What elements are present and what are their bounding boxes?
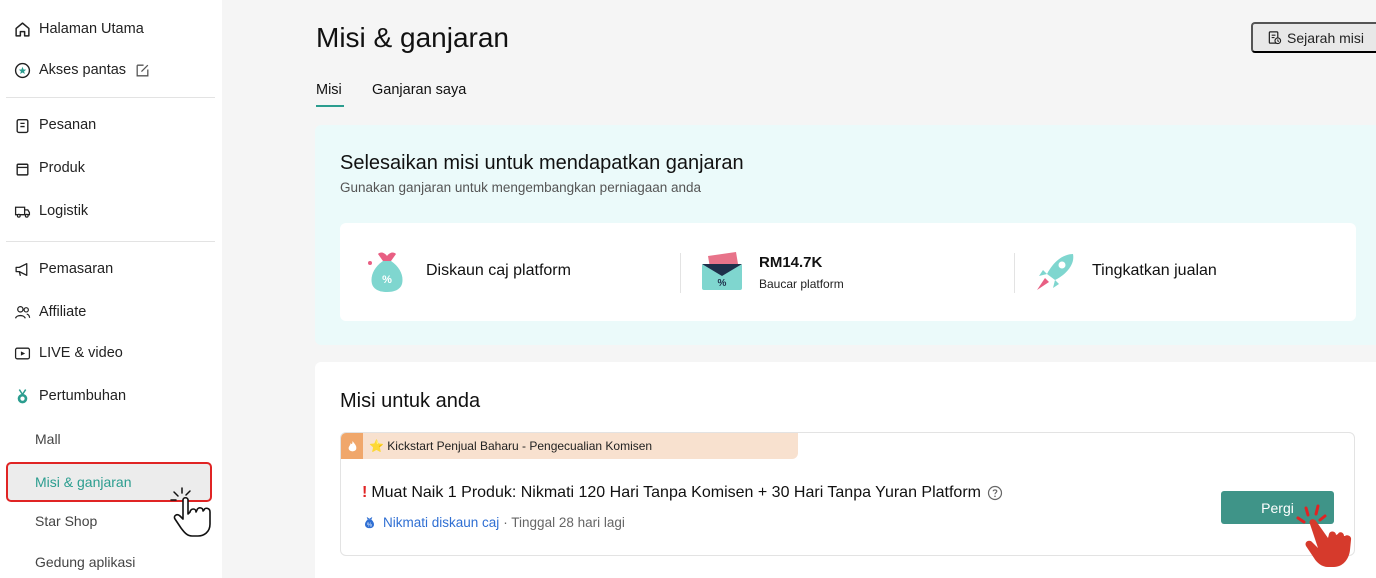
- discount-bag-icon: %: [368, 252, 403, 292]
- sidebar-item-affiliate[interactable]: Affiliate: [14, 301, 86, 323]
- svg-text:%: %: [367, 523, 372, 529]
- sidebar-item-growth[interactable]: Pertumbuhan: [14, 385, 126, 407]
- video-icon: [14, 345, 31, 362]
- star-circle-icon: [14, 62, 31, 79]
- sidebar-divider: [6, 241, 215, 242]
- edit-icon[interactable]: [134, 62, 151, 79]
- click-hand-icon: [1296, 504, 1352, 567]
- reward-platform-discount: Diskaun caj platform: [426, 262, 571, 279]
- tab-active-indicator: [316, 105, 344, 107]
- people-icon: [14, 304, 31, 321]
- truck-icon: [14, 203, 31, 220]
- banner-subtitle: Gunakan ganjaran untuk mengembangkan per…: [340, 180, 702, 195]
- hand-pointer-icon: [170, 487, 211, 537]
- svg-text:%: %: [382, 274, 392, 286]
- page-title: Misi & ganjaran: [316, 22, 509, 53]
- sidebar-item-orders[interactable]: Pesanan: [14, 114, 96, 136]
- sidebar-item-label: Affiliate: [39, 304, 87, 320]
- discount-bag-small-icon: %: [365, 516, 374, 529]
- help-icon[interactable]: [987, 485, 1003, 501]
- voucher-ticket-icon: %: [702, 252, 742, 290]
- sidebar-item-label: Halaman Utama: [39, 21, 144, 37]
- tab-missions[interactable]: Misi: [316, 82, 342, 98]
- sidebar-item-label: Misi & ganjaran: [35, 474, 132, 490]
- sidebar-divider: [6, 97, 215, 98]
- clipboard-icon: [14, 117, 31, 134]
- mission-tag: ⭐ Kickstart Penjual Baharu - Pengecualia…: [341, 433, 798, 459]
- sidebar-item-label: Logistik: [39, 203, 89, 219]
- sidebar-subitem-app-store[interactable]: Gedung aplikasi: [35, 554, 135, 570]
- mission-history-label: Sejarah misi: [1287, 29, 1365, 46]
- megaphone-icon: [14, 261, 31, 278]
- sidebar-item-label: LIVE & video: [39, 345, 123, 361]
- sidebar-item-marketing[interactable]: Pemasaran: [14, 258, 113, 280]
- flame-icon: [341, 433, 363, 459]
- mission-title: ! Muat Naik 1 Produk: Nikmati 120 Hari T…: [362, 484, 1003, 502]
- reward-voucher-label: Baucar platform: [759, 277, 844, 291]
- banner-title: Selesaikan misi untuk mendapatkan ganjar…: [340, 152, 744, 174]
- sidebar-item-label: Pertumbuhan: [39, 388, 127, 404]
- sidebar-item-home[interactable]: Halaman Utama: [14, 18, 144, 40]
- exclamation-icon: !: [362, 484, 368, 501]
- svg-text:%: %: [718, 278, 727, 289]
- sidebar-item-label: Pesanan: [39, 117, 97, 133]
- reward-divider: [1014, 253, 1015, 293]
- mission-meta: % Nikmati diskaun caj · Tinggal 28 hari …: [362, 515, 625, 530]
- reward-divider: [680, 253, 681, 293]
- bag-icon: [14, 160, 31, 177]
- mission-remaining-time: · Tinggal 28 hari lagi: [503, 515, 625, 530]
- mission-title-text: Muat Naik 1 Produk: Nikmati 120 Hari Tan…: [371, 484, 981, 501]
- sidebar-item-label: Akses pantas: [39, 62, 127, 78]
- medal-icon: [14, 388, 31, 405]
- sidebar-item-products[interactable]: Produk: [14, 157, 85, 179]
- sidebar-item-label: Pemasaran: [39, 261, 114, 277]
- missions-heading: Misi untuk anda: [340, 390, 481, 412]
- mission-tag-text: ⭐ Kickstart Penjual Baharu - Pengecualia…: [369, 439, 653, 453]
- reward-boost-sales: Tingkatkan jualan: [1092, 262, 1217, 279]
- home-icon: [14, 21, 31, 38]
- sidebar-item-quick-access[interactable]: Akses pantas: [14, 59, 151, 81]
- sidebar-item-logistics[interactable]: Logistik: [14, 200, 88, 222]
- tab-my-rewards[interactable]: Ganjaran saya: [372, 82, 466, 98]
- sidebar-subitem-mall[interactable]: Mall: [35, 431, 61, 447]
- reward-discount-link[interactable]: Nikmati diskaun caj: [383, 515, 499, 530]
- sidebar-subitem-star-shop[interactable]: Star Shop: [35, 513, 97, 529]
- rocket-icon: [1037, 254, 1074, 290]
- sidebar: Halaman Utama Akses pantas Pesanan Produ…: [0, 0, 222, 578]
- sidebar-item-live-video[interactable]: LIVE & video: [14, 342, 123, 364]
- mission-history-button[interactable]: Sejarah misi: [1251, 22, 1376, 53]
- sidebar-item-label: Produk: [39, 160, 85, 176]
- reward-voucher-value: RM14.7K: [759, 254, 823, 271]
- history-clipboard-icon: [1268, 31, 1282, 45]
